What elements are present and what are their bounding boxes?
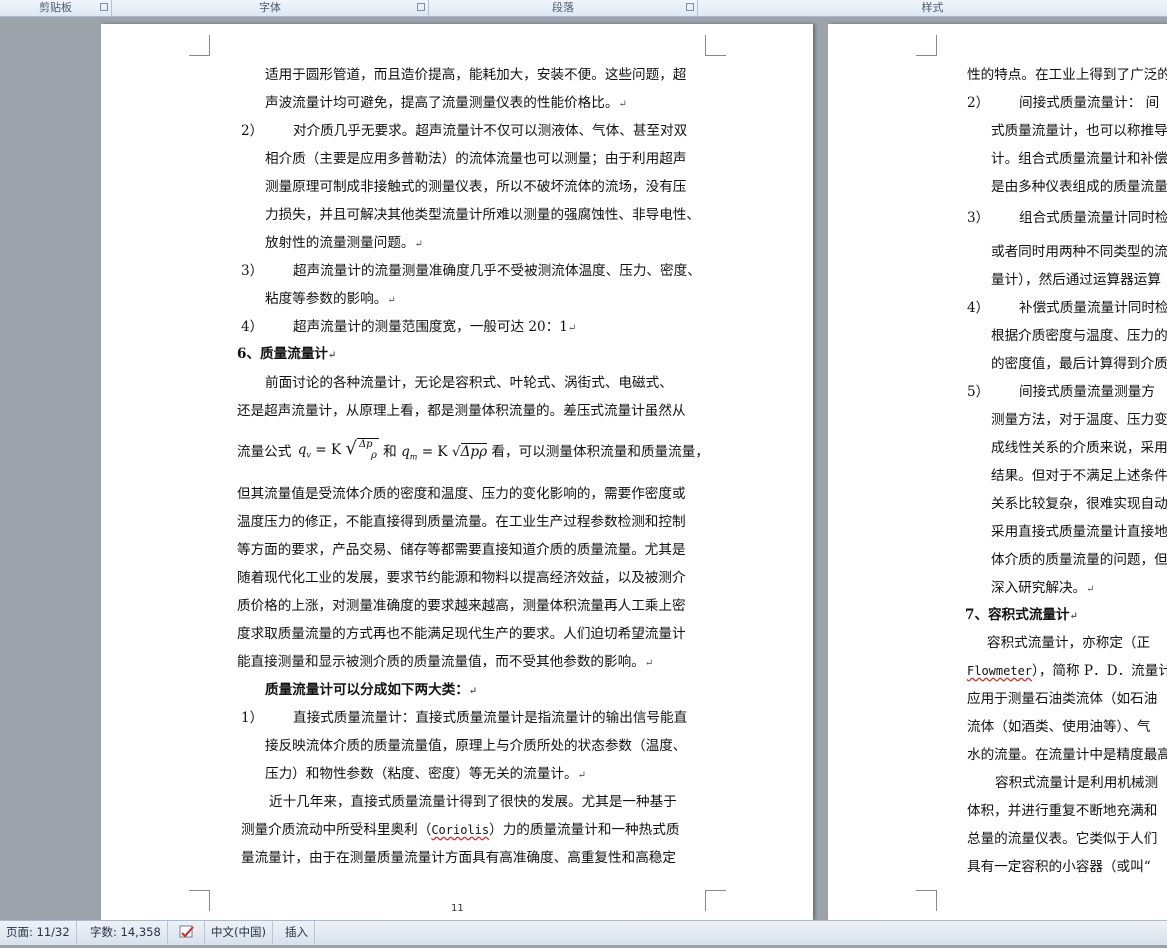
text-line: 根据介质密度与温度、压力的 (991, 328, 1167, 344)
text-line: 体积，并进行重复不断地充满和 (967, 803, 1158, 819)
text-line: 的密度值，最后计算得到介质 (991, 356, 1167, 372)
text-line: 温度压力的修正，不能直接得到质量流量。在工业生产过程参数检测和控制 (237, 514, 686, 530)
list-item: 3） (967, 210, 990, 226)
insert-mode-status[interactable]: 插入 (279, 921, 315, 944)
document-page-11[interactable]: 适用于圆形管道，而且造价提高，能耗加大，安装不便。这些问题，超 声波流量计均可避… (101, 24, 813, 920)
text-line: 结果。但对于不满足上述条件 (991, 468, 1167, 484)
text-line: 力损失，并且可解决其他类型流量计所难以测量的强腐蚀性、非导电性、 (265, 207, 700, 223)
group-clipboard-label: 剪贴板 (39, 1, 72, 14)
text-line: 容积式流量计是利用机械测 (995, 775, 1159, 791)
text-line: 采用直接式质量流量计直接地 (991, 524, 1167, 540)
section-heading: 6、质量流量计↵ (237, 346, 337, 362)
list-item: 4） (967, 300, 990, 316)
text-line: 测量原理可制成非接触式的测量仪表，所以不破坏流体的流场，没有压 (265, 179, 687, 195)
text-line: 对介质几乎无要求。超声流量计不仅可以测液体、气体、甚至对双 (293, 123, 688, 139)
text-line: 量计），然后通过运算器运算 (991, 272, 1161, 288)
dialog-launcher-icon[interactable] (686, 3, 694, 11)
document-page-12[interactable]: 性的特点。在工业上得到了广泛的 2） 间接式质量流量计： 间 式质量流量计，也可… (828, 24, 1167, 920)
group-styles-label: 样式 (921, 1, 944, 14)
dialog-launcher-icon[interactable] (100, 3, 108, 11)
text-line: 接反映流体介质的质量流量值，原理上与介质所处的状态参数（温度、 (265, 738, 687, 754)
page-count-status[interactable]: 页面: 11/32 (0, 921, 77, 944)
group-styles: 样式 (698, 0, 1167, 16)
formula-line: 流量公式 qv = K √ Δp ρ 和 qm = K √Δpρ 看，可以测量体… (237, 438, 709, 462)
group-clipboard: 剪贴板 (0, 0, 112, 16)
text-line: 但其流量值是受流体介质的密度和温度、压力的变化影响的，需要作密度或 (237, 486, 686, 502)
text-line: 水的流量。在流量计中是精度最高 (967, 747, 1167, 763)
document-workspace[interactable]: 适用于圆形管道，而且造价提高，能耗加大，安装不便。这些问题，超 声波流量计均可避… (0, 17, 1167, 920)
page-number: 11 (451, 903, 464, 914)
text-line: 具有一定容积的小容器（或叫“ (967, 859, 1151, 875)
text-line: 相介质（主要是应用多普勒法）的流体流量也可以测量；由于利用超声 (265, 151, 687, 167)
group-paragraph-label: 段落 (552, 1, 574, 14)
list-item: 2） (241, 123, 264, 139)
text-line: 放射性的流量测量问题。↵ (265, 235, 423, 251)
spellcheck-word[interactable]: Flowmeter (967, 664, 1032, 678)
formula-qm: qm = K √Δpρ (401, 443, 488, 462)
text-line: 补偿式质量流量计同时检 (1019, 300, 1167, 316)
text-line: 体介质的质量流量的问题，但 (991, 552, 1167, 568)
text-line: 或者同时用两种不同类型的流 (991, 244, 1167, 260)
text-line: 式质量流量计，也可以称推导 (991, 123, 1167, 139)
text-line: 前面讨论的各种流量计，无论是容积式、叶轮式、涡街式、电磁式、 (265, 375, 673, 391)
text-line: 随着现代化工业的发展，要求节约能源和物料以提高经济效益，以及被测介 (237, 570, 686, 586)
text-line: 间接式质量流量计： 间 (1019, 95, 1160, 111)
subheading: 质量流量计可以分成如下两大类：↵ (265, 682, 478, 698)
text-line: 声波流量计均可避免，提高了流量测量仪表的性能价格比。↵ (265, 95, 627, 111)
group-font-label: 字体 (259, 1, 281, 14)
text-line: 度求取质量流量的方式再也不能满足现代生产的要求。人们迫切希望流量计 (237, 626, 686, 642)
list-item: 4） (241, 319, 264, 335)
text-line: 计。组合式质量流量计和补偿 (991, 151, 1167, 167)
text-line: 成线性关系的介质来说，采用 (991, 440, 1167, 456)
list-item: 2） (967, 95, 990, 111)
corner-mark (189, 35, 210, 56)
text-line: 组合式质量流量计同时检 (1019, 210, 1167, 226)
text-line: 流体（如酒类、使用油等）、气 (967, 719, 1151, 735)
text-line: 等方面的要求，产品交易、储存等都需要直接知道介质的质量流量。尤其是 (237, 542, 686, 558)
word-count-status[interactable]: 字数: 14,358 (84, 921, 168, 944)
ribbon-group-labels: 剪贴板 字体 段落 样式 (0, 0, 1167, 17)
text-line: 质价格的上涨，对测量准确度的要求越来越高，测量体积流量再人工乘上密 (237, 598, 686, 614)
list-item: 5） (967, 384, 990, 400)
list-item: 3） (241, 263, 264, 279)
corner-mark (916, 890, 937, 911)
dialog-launcher-icon[interactable] (417, 3, 425, 11)
corner-mark (916, 35, 937, 56)
text-line: 超声流量计的测量范围度宽，一般可达 20：1↵ (293, 319, 577, 335)
text-line: 测量介质流动中所受科里奥利（Coriolis）力的质量流量计和一种热式质 (241, 822, 680, 838)
text-line: 压力）和物性参数（粘度、密度）等无关的流量计。↵ (265, 766, 587, 782)
formula-qv: qv = K √ Δp ρ (297, 438, 379, 461)
text-line: 关系比较复杂，很难实现自动 (991, 496, 1167, 512)
group-font: 字体 (112, 0, 429, 16)
corner-mark (705, 890, 726, 911)
text-line: 应用于测量石油类流体（如石油 (967, 691, 1158, 707)
language-status[interactable]: 中文(中国) (205, 921, 273, 944)
list-item: 1） (241, 710, 264, 726)
text-line: 测量方法，对于温度、压力变 (991, 412, 1167, 428)
text-line: 粘度等参数的影响。↵ (265, 291, 396, 307)
corner-mark (705, 35, 726, 56)
text-line: 超声流量计的流量测量准确度几乎不受被测流体温度、压力、密度、 (293, 263, 701, 279)
text-line: 性的特点。在工业上得到了广泛的 (967, 67, 1167, 83)
text-line: 总量的流量仪表。它类似于人们 (967, 831, 1158, 847)
text-line: 量流量计，由于在测量质量流量计方面具有高准确度、高重复性和高稳定 (241, 850, 676, 866)
spellcheck-word[interactable]: Coriolis (431, 823, 489, 837)
status-bar: 页面: 11/32 字数: 14,358 中文(中国) 插入 (0, 920, 1167, 945)
text-line: 近十几年来，直接式质量流量计得到了很快的发展。尤其是一种基于 (269, 794, 677, 810)
text-line: 能直接测量和显示被测介质的质量流量值，而不受其他参数的影响。↵ (237, 654, 654, 670)
text-line: 深入研究解决。↵ (991, 580, 1095, 596)
text-line: 容积式流量计，亦称定（正 (987, 635, 1151, 651)
group-paragraph: 段落 (429, 0, 698, 16)
section-heading: 7、容积式流量计↵ (965, 607, 1079, 623)
text-line: 还是超声流量计，从原理上看，都是测量体积流量的。差压式流量计虽然从 (237, 403, 686, 419)
text-line: 直接式质量流量计：直接式质量流量计是指流量计的输出信号能直 (293, 710, 688, 726)
text-line: Flowmeter），简称 P．D．流量计 (967, 663, 1167, 679)
corner-mark (189, 890, 210, 911)
spellcheck-icon[interactable] (172, 921, 205, 944)
text-line: 间接式质量流量测量方 (1019, 384, 1155, 400)
text-line: 是由多种仪表组成的质量流量 (991, 179, 1167, 195)
text-line: 适用于圆形管道，而且造价提高，能耗加大，安装不便。这些问题，超 (265, 67, 687, 83)
